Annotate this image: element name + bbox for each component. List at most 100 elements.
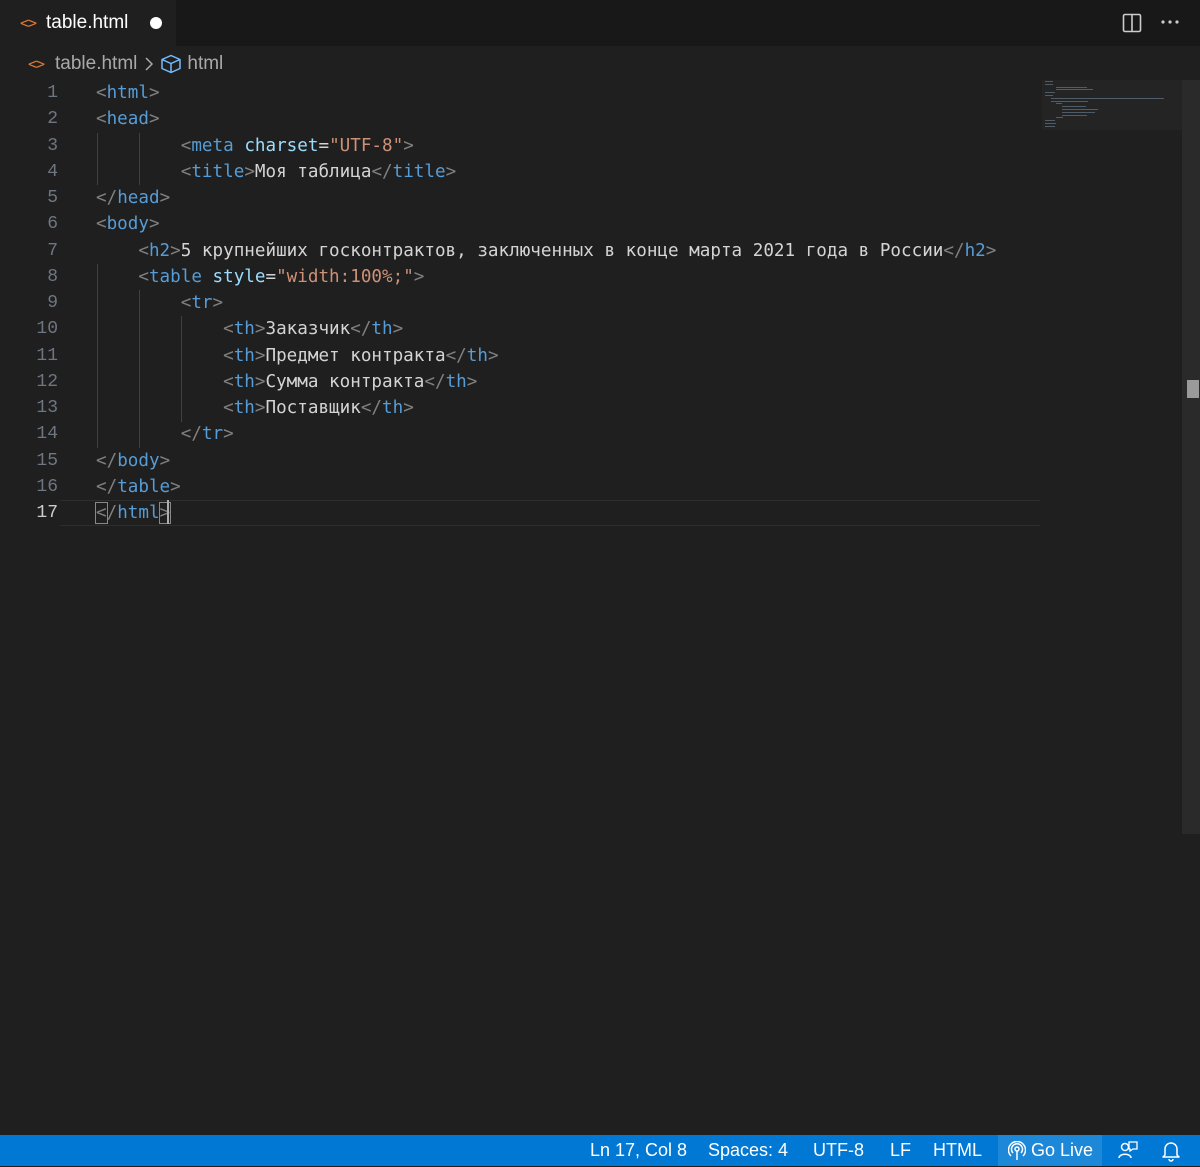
code-token: "width:100%;"	[276, 266, 414, 287]
tab-filename: table.html	[46, 12, 129, 33]
code-token: </	[180, 424, 202, 445]
code-token: >	[403, 398, 414, 418]
code-token: th	[233, 319, 255, 340]
code-line[interactable]: 5 </head>	[0, 185, 1182, 211]
cube-icon	[160, 54, 182, 74]
line-number: 9	[47, 293, 58, 313]
encoding-setting[interactable]: UTF-8	[813, 1135, 864, 1166]
code-line[interactable]: 16 </table>	[0, 474, 1182, 500]
breadcrumb-file[interactable]: table.html	[55, 53, 137, 75]
code-text: <meta charset="UTF-8">	[96, 133, 414, 159]
broadcast-icon	[1008, 1140, 1026, 1161]
minimap-line	[1045, 120, 1055, 122]
code-line[interactable]: 15 </body>	[0, 448, 1182, 474]
code-text: <th>Поставщик</th>	[96, 395, 414, 421]
code-token: Поставщик	[265, 398, 361, 418]
text-cursor	[167, 500, 169, 524]
code-line[interactable]: 9 <tr>	[0, 290, 1182, 316]
code-token: <	[180, 161, 192, 182]
line-number: 13	[36, 398, 58, 418]
minimap-line	[1050, 97, 1164, 99]
minimap-line	[1045, 123, 1057, 124]
cursor-position[interactable]: Ln 17, Col 8	[590, 1135, 687, 1166]
code-token: style	[212, 266, 266, 287]
code-token: head	[117, 188, 160, 208]
code-token: th	[233, 371, 255, 392]
code-token: </	[96, 450, 118, 471]
code-token: </	[350, 319, 372, 340]
code-token: </	[360, 398, 383, 418]
editor-tab-table-html[interactable]: <> table.html	[0, 0, 176, 46]
code-token: <	[138, 240, 149, 261]
code-token: title	[191, 161, 245, 182]
code-token: th	[382, 398, 404, 418]
minimap-line	[1056, 117, 1064, 119]
code-line[interactable]: 13 <th>Поставщик</th>	[0, 395, 1182, 421]
minimap-line	[1061, 109, 1099, 110]
chevron-right-icon	[144, 56, 154, 72]
code-token: title	[392, 161, 446, 182]
code-token: </	[445, 345, 467, 366]
feedback-icon[interactable]	[1117, 1140, 1139, 1167]
code-token: tr	[201, 424, 224, 445]
language-mode[interactable]: HTML	[933, 1135, 982, 1166]
line-number: 12	[36, 371, 58, 392]
tab-bar: <> table.html	[0, 0, 1200, 46]
code-token: </	[424, 371, 446, 392]
go-live-button[interactable]: Go Live	[998, 1135, 1102, 1166]
code-token: table	[148, 266, 202, 287]
indent-guide	[97, 133, 98, 185]
code-line[interactable]: 6 <body>	[0, 211, 1182, 237]
code-token: >	[148, 214, 160, 235]
code-token: >	[159, 450, 171, 471]
eol-setting[interactable]: LF	[890, 1135, 911, 1166]
go-live-label: Go Live	[1031, 1140, 1094, 1160]
code-token: tr	[191, 293, 213, 313]
more-actions-icon[interactable]	[1158, 10, 1182, 34]
code-token: <	[223, 345, 234, 366]
code-line[interactable]: 11 <th>Предмет контракта</th>	[0, 343, 1182, 369]
code-token: </	[96, 188, 118, 208]
indentation-setting[interactable]: Spaces: 4	[708, 1135, 788, 1166]
code-token: >	[170, 476, 181, 497]
code-line[interactable]: 10 <th>Заказчик</th>	[0, 316, 1182, 342]
code-line[interactable]: 12 <th>Сумма контракта</th>	[0, 369, 1182, 395]
code-token: >	[985, 240, 997, 261]
breadcrumb-symbol[interactable]: html	[187, 53, 223, 75]
code-token: >	[466, 371, 478, 392]
code-line[interactable]: 4 <title>Моя таблица</title>	[0, 159, 1182, 185]
code-line[interactable]: 2 <head>	[0, 106, 1182, 132]
vertical-scrollbar[interactable]	[1182, 80, 1200, 834]
code-editor[interactable]: 1 <html> 2 <head> 3 <meta charset="UTF-8"> 4 …	[0, 80, 1182, 526]
code-line[interactable]: 1 <html>	[0, 80, 1182, 106]
code-text: <th>Заказчик</th>	[96, 316, 403, 342]
bell-icon[interactable]	[1161, 1140, 1181, 1167]
code-token: <	[96, 214, 107, 235]
code-token: >	[254, 319, 266, 340]
minimap-line	[1056, 89, 1093, 91]
code-token: 5 крупнейших госконтрактов, заключенных …	[180, 240, 944, 261]
code-line[interactable]: 3 <meta charset="UTF-8">	[0, 133, 1182, 159]
split-editor-icon[interactable]	[1122, 13, 1142, 33]
code-token: >	[254, 398, 266, 418]
code-text: </table>	[96, 474, 181, 500]
code-line[interactable]: 8 <table style="width:100%;">	[0, 264, 1182, 290]
code-line[interactable]: 14 </tr>	[0, 421, 1182, 447]
minimap-line	[1061, 114, 1087, 116]
minimap-line	[1050, 100, 1089, 102]
code-line[interactable]: 7 <h2>5 крупнейших госконтрактов, заключ…	[0, 238, 1182, 264]
indent-guide	[97, 264, 98, 448]
code-token: <	[223, 371, 234, 392]
line-number: 15	[36, 450, 58, 471]
code-token: >	[148, 83, 160, 103]
unsaved-dot-icon[interactable]	[150, 17, 162, 29]
editor-lines[interactable]: 1 <html> 2 <head> 3 <meta charset="UTF-8"> 4 …	[0, 80, 1182, 526]
code-token: Моя таблица	[254, 161, 372, 182]
code-text: <body>	[96, 211, 160, 237]
code-line[interactable]: 17 </html>	[0, 500, 1182, 526]
minimap[interactable]	[1042, 80, 1182, 132]
